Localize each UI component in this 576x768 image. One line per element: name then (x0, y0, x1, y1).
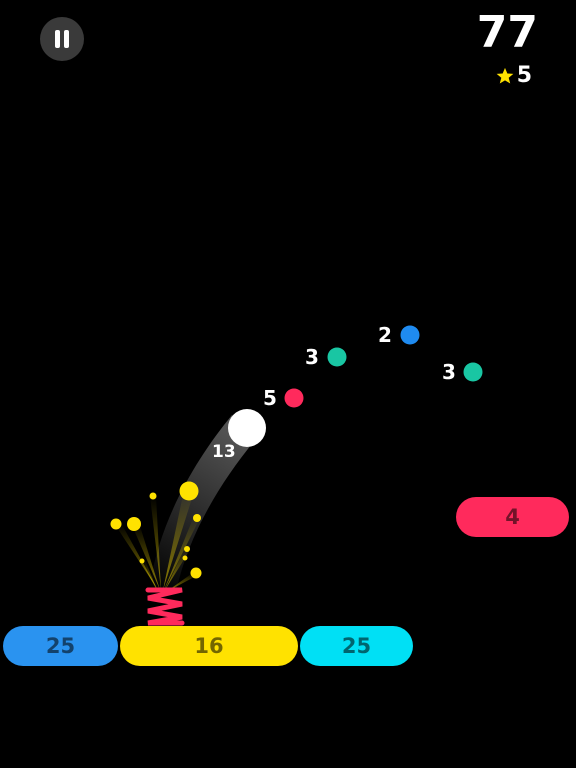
spark (184, 546, 190, 552)
spark (190, 567, 202, 579)
spark (127, 517, 141, 531)
ball-value: 13 (212, 442, 236, 462)
spark (193, 514, 201, 522)
platform-yellow[interactable]: 16 (120, 626, 298, 666)
platform-cyan[interactable]: 25 (300, 626, 413, 666)
game-canvas[interactable]: 77 5 2 3 3 5 13 25 16 25 4 (0, 0, 576, 768)
dot-label: 5 (263, 386, 277, 410)
spark (110, 518, 122, 530)
dot-label: 3 (442, 360, 456, 384)
spark (149, 492, 157, 500)
dot-label: 2 (378, 323, 392, 347)
spark (182, 555, 188, 561)
spark (139, 558, 145, 564)
spark (179, 481, 199, 501)
dot-label: 3 (305, 345, 319, 369)
target-dot (463, 362, 483, 382)
target-dot (284, 388, 304, 408)
spring (145, 587, 185, 626)
platform-blue[interactable]: 25 (3, 626, 118, 666)
target-dot (400, 325, 420, 345)
platform-red[interactable]: 4 (456, 497, 569, 537)
target-dot (327, 347, 347, 367)
